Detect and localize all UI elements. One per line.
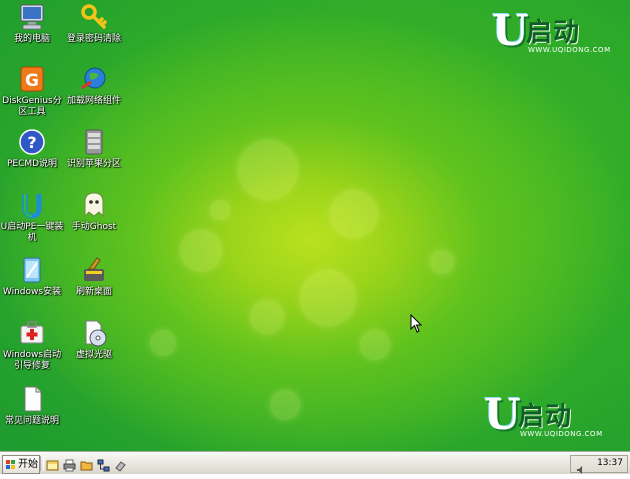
svg-text:?: ? (27, 133, 36, 152)
volume-icon[interactable] (576, 460, 586, 474)
desktop-icon-label: Windows启动引导修复 (2, 350, 62, 371)
brand-logo-letter: U (484, 390, 521, 439)
windows-flag-icon (6, 460, 15, 469)
windows-install-icon (17, 255, 47, 285)
taskbar: 开始 13:37 (0, 452, 630, 474)
start-button-label: 开始 (18, 459, 38, 470)
brand-logo-top: U 启动 WWW.UQIDONG.COM (492, 6, 620, 62)
folder-icon[interactable] (80, 457, 93, 471)
desktop-icon-label: PECMD说明 (6, 159, 58, 169)
explorer-icon[interactable] (46, 457, 59, 471)
desktop-icon-pecmd-help[interactable]: ? PECMD说明 (0, 127, 64, 170)
desktop-icon-label: 识别苹果分区 (66, 159, 121, 169)
svg-text:G: G (25, 71, 39, 91)
first-aid-kit-icon (17, 318, 47, 348)
disk-drive-icon (79, 127, 109, 157)
desktop-icon-label: Windows安装 (2, 287, 62, 297)
start-button[interactable]: 开始 (2, 455, 40, 474)
desktop-icon-label: U启动PE一键装机 (0, 222, 64, 243)
brand-logo-name: 启动 (526, 18, 581, 48)
help-icon: ? (17, 127, 47, 157)
refresh-brush-icon (79, 255, 109, 285)
eraser-icon[interactable] (114, 457, 127, 472)
system-tray: 13:37 (570, 455, 628, 474)
desktop-icon-label: 常见问题说明 (4, 416, 59, 426)
desktop-icon-label: 登录密码清除 (66, 34, 121, 44)
desktop-icon-label: DiskGenius分区工具 (2, 96, 62, 117)
quick-launch-separator (40, 456, 44, 471)
desktop-icon-label: 手动Ghost (71, 222, 117, 232)
desktop-icon-load-network[interactable]: 加载网络组件 (62, 64, 126, 107)
desktop-icon-refresh-desktop[interactable]: 刷新桌面 (62, 255, 126, 298)
desktop-icon-uqidong-reinstall[interactable]: U启动PE一键装机 (0, 190, 64, 244)
network-globe-icon (79, 64, 109, 94)
desktop-icon-manual-ghost[interactable]: 手动Ghost (62, 190, 126, 233)
printer-icon[interactable] (63, 457, 76, 472)
brand-logo-url: WWW.UQIDONG.COM (528, 46, 611, 54)
desktop-icon-diskgenius[interactable]: G DiskGenius分区工具 (0, 64, 64, 118)
desktop-icon-label: 加载网络组件 (66, 96, 121, 106)
desktop-icon-boot-repair[interactable]: Windows启动引导修复 (0, 318, 64, 372)
mouse-pointer-icon (410, 313, 424, 334)
desktop[interactable]: 我的电脑 G DiskGenius分区工具 ? PECMD说明 U启动PE一键装… (0, 0, 630, 452)
network-icon[interactable] (97, 457, 110, 472)
computer-icon (17, 2, 47, 32)
desktop-icon-apple-partition[interactable]: 识别苹果分区 (62, 127, 126, 170)
desktop-icon-virtual-cdrom[interactable]: 虚拟光驱 (62, 318, 126, 361)
desktop-icon-faq[interactable]: 常见问题说明 (0, 384, 64, 427)
desktop-icon-my-computer[interactable]: 我的电脑 (0, 2, 64, 45)
brand-logo-url: WWW.UQIDONG.COM (520, 430, 603, 438)
desktop-icon-windows-install[interactable]: Windows安装 (0, 255, 64, 298)
desktop-icon-password-clear[interactable]: 登录密码清除 (62, 2, 126, 45)
desktop-icon-label: 虚拟光驱 (75, 350, 112, 360)
desktop-icon-label: 我的电脑 (13, 34, 50, 44)
cd-drive-icon (79, 318, 109, 348)
document-icon (17, 384, 47, 414)
key-icon (79, 2, 109, 32)
brand-logo-bottom: U 启动 WWW.UQIDONG.COM (484, 390, 612, 450)
clock[interactable]: 13:37 (597, 458, 623, 468)
desktop-icon-label: 刷新桌面 (75, 287, 112, 297)
brand-logo-name: 启动 (518, 402, 573, 432)
diskgenius-icon: G (17, 64, 47, 94)
ghost-icon (79, 190, 109, 220)
u-logo-icon (17, 190, 47, 220)
brand-logo-letter: U (492, 6, 529, 55)
